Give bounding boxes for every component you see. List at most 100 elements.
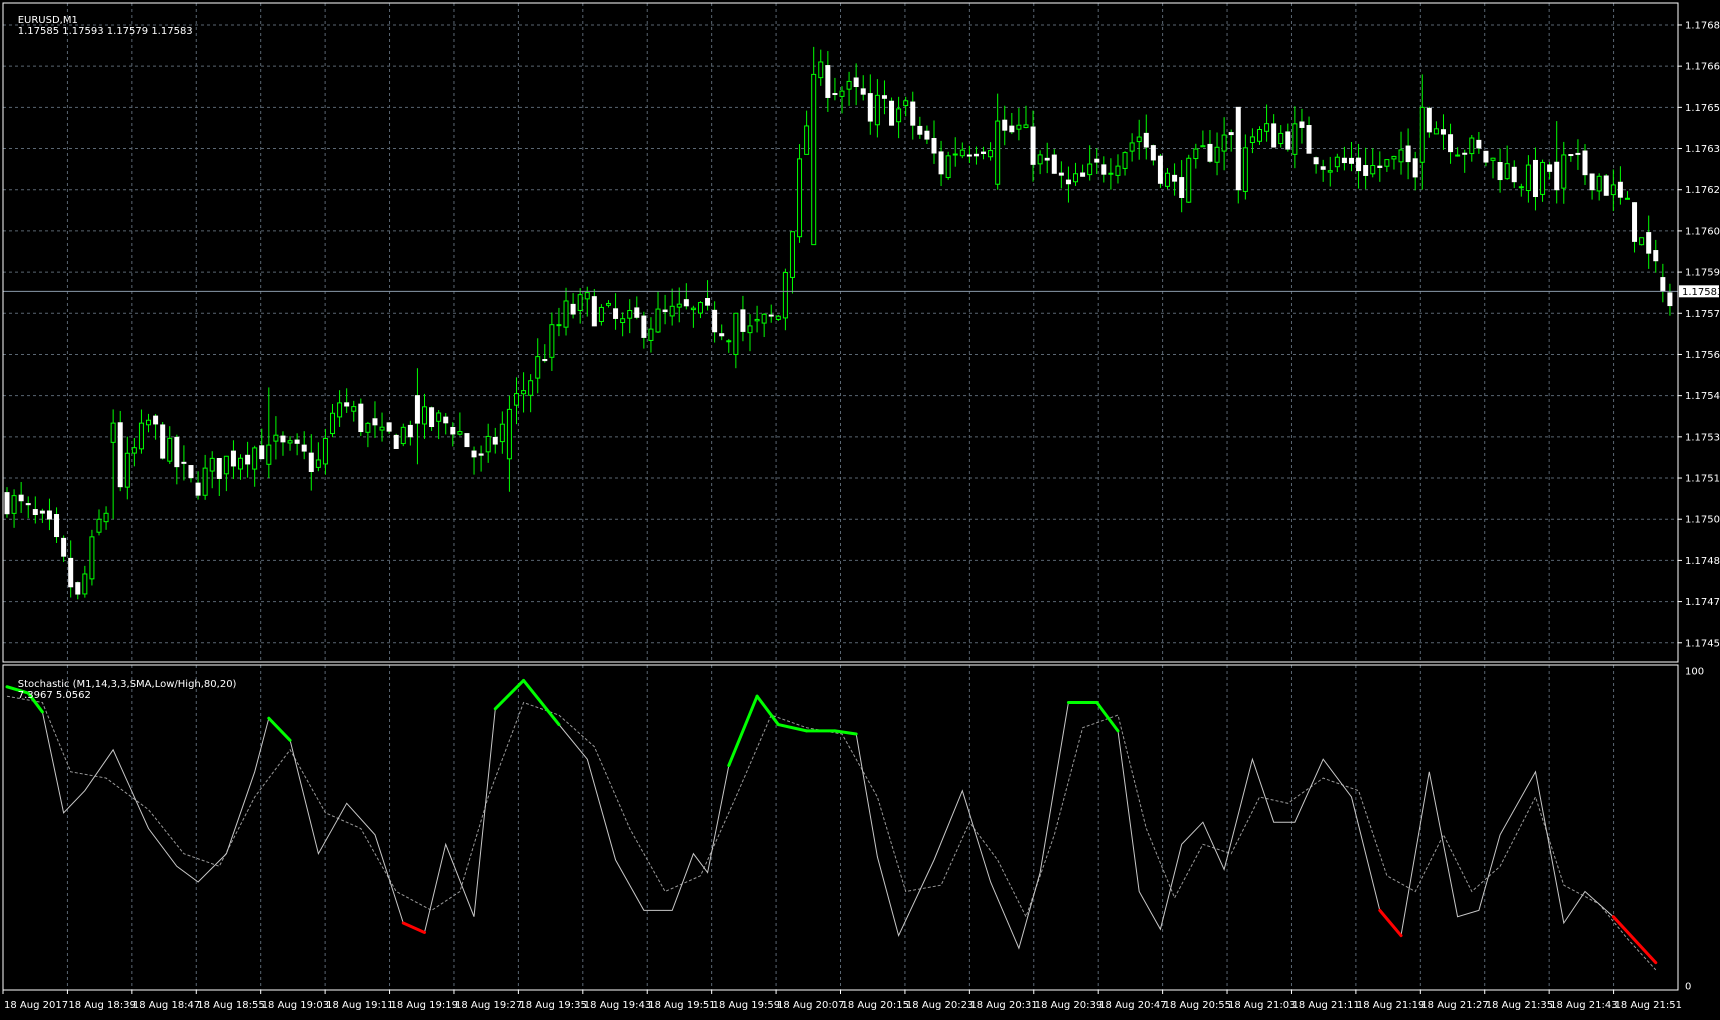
candle-body <box>697 302 703 314</box>
candle-body <box>683 299 689 307</box>
candle-body <box>959 149 965 157</box>
candle-body <box>995 120 1001 185</box>
bull-candle[interactable] <box>797 144 803 243</box>
candle-body <box>761 313 767 324</box>
bear-candle[interactable] <box>889 97 895 126</box>
candle-body <box>740 309 746 332</box>
candle-body <box>245 454 251 465</box>
bear-candle[interactable] <box>160 421 166 460</box>
candle-body <box>1285 131 1291 150</box>
candle-body <box>570 303 576 315</box>
candle-body <box>301 444 307 452</box>
candle-body <box>726 340 732 343</box>
bull-candle[interactable] <box>1186 154 1192 203</box>
candle-body <box>450 426 456 435</box>
candle-body <box>1426 107 1432 133</box>
candle-body <box>1504 163 1510 180</box>
candle-body <box>195 482 201 496</box>
time-tick-label: 18 Aug 2017 <box>4 1000 68 1011</box>
candle-body <box>860 88 866 95</box>
bull-candle[interactable] <box>400 423 406 447</box>
candle-body <box>1554 161 1560 191</box>
bull-candle[interactable] <box>811 46 817 246</box>
time-tick-label: 18 Aug 19:19 <box>391 1000 458 1011</box>
bear-candle[interactable] <box>117 410 123 492</box>
candle-body <box>1327 170 1333 173</box>
candle-body <box>889 100 895 126</box>
time-tick-label: 18 Aug 19:11 <box>326 1000 393 1011</box>
price-tick-label: 1.17620 <box>1685 185 1720 196</box>
candle-body <box>54 514 60 538</box>
candle-body <box>690 307 696 311</box>
candle-body <box>1469 137 1475 155</box>
candle-body <box>1582 150 1588 176</box>
candle-body <box>110 422 116 443</box>
time-tick-label: 18 Aug 19:59 <box>713 1000 780 1011</box>
bear-candle[interactable] <box>464 433 470 448</box>
candle-body <box>874 94 880 126</box>
candle-body <box>1051 154 1057 174</box>
time-tick-label: 18 Aug 20:47 <box>1099 1000 1166 1011</box>
candle-body <box>747 325 753 334</box>
candle-body <box>1179 177 1185 198</box>
chart-canvas[interactable]: 1.17680 1.17665 1.17650 1.17635 1.17620 1.176… <box>0 0 1720 1016</box>
bear-candle[interactable] <box>393 433 399 449</box>
candle-body <box>627 309 633 319</box>
candle-body <box>903 100 909 106</box>
candle-body <box>535 356 541 379</box>
candle-body <box>676 303 682 308</box>
price-tick-label: 1.17665 <box>1685 62 1720 73</box>
bear-candle[interactable] <box>1603 174 1609 196</box>
candle-body <box>259 445 265 460</box>
candle-body <box>811 73 817 246</box>
price-tick-label: 1.17560 <box>1685 350 1720 361</box>
candle-body <box>1617 181 1623 198</box>
candle-body <box>1242 147 1248 192</box>
candle-body <box>1440 129 1446 135</box>
candle-body <box>1540 161 1546 195</box>
candle-body <box>1306 125 1312 154</box>
candle-body <box>853 77 859 88</box>
candle-body <box>1575 152 1581 155</box>
time-tick-label: 18 Aug 19:43 <box>584 1000 651 1011</box>
chart-window[interactable]: 1.17680 1.17665 1.17650 1.17635 1.17620 1.176… <box>0 0 1720 1016</box>
candle-body <box>1200 145 1206 148</box>
candle-body <box>1023 124 1029 129</box>
time-tick-label: 18 Aug 21:11 <box>1292 1000 1359 1011</box>
time-tick-label: 18 Aug 21:19 <box>1357 1000 1424 1011</box>
candle-body <box>1002 119 1008 131</box>
price-tick-label: 1.17590 <box>1685 268 1720 279</box>
time-tick-label: 18 Aug 18:47 <box>133 1000 200 1011</box>
candle-body <box>1207 143 1213 162</box>
bear-candle[interactable] <box>1157 154 1163 188</box>
candle-body <box>492 436 498 445</box>
candle-body <box>917 125 923 135</box>
candle-body <box>308 452 314 472</box>
bull-candle[interactable] <box>945 151 951 180</box>
candle-body <box>1370 165 1376 175</box>
candle-body <box>825 65 831 98</box>
candle-body <box>1455 154 1461 157</box>
bull-candle[interactable] <box>1639 237 1645 246</box>
candle-body <box>138 422 144 450</box>
candle-body <box>82 573 88 595</box>
candle-body <box>1101 164 1107 175</box>
candle-body <box>358 403 364 433</box>
candle-body <box>18 494 24 502</box>
candle-body <box>910 101 916 126</box>
bear-candle[interactable] <box>1235 106 1241 204</box>
price-tick-label: 1.17650 <box>1685 103 1720 114</box>
time-tick-label: 18 Aug 21:03 <box>1228 1000 1295 1011</box>
time-tick-label: 18 Aug 21:35 <box>1486 1000 1553 1011</box>
candle-body <box>89 536 95 580</box>
candle-body <box>68 557 74 588</box>
candle-body <box>1561 154 1567 189</box>
candle-body <box>945 155 951 179</box>
candle-body <box>1348 157 1354 164</box>
candle-body <box>705 298 711 306</box>
bear-candle[interactable] <box>358 398 364 437</box>
bull-candle[interactable] <box>89 529 95 586</box>
candle-body <box>584 292 590 300</box>
candle-body <box>513 393 519 406</box>
candle-body <box>556 324 562 327</box>
